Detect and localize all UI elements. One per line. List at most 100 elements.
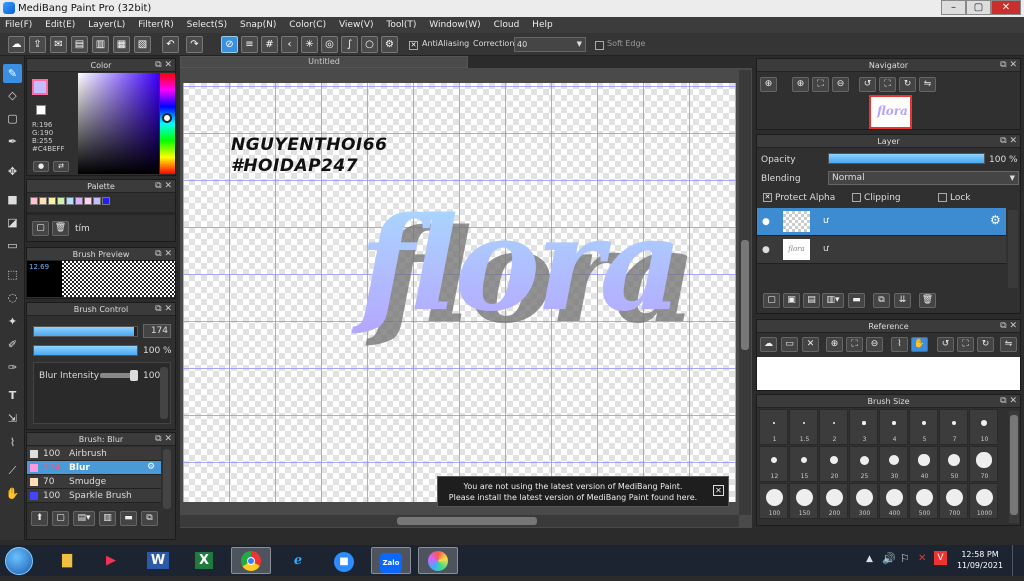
nav-reset-rotate-icon[interactable]: ⛶ xyxy=(879,77,896,92)
brush-size-cell[interactable]: 15 xyxy=(789,446,818,482)
media-player-icon[interactable]: ▶ xyxy=(91,547,131,574)
brush-copy-icon[interactable]: ▥ xyxy=(99,511,116,526)
ref-hand-icon[interactable]: ✋ xyxy=(911,337,928,352)
brush-size-cell[interactable]: 1.5 xyxy=(789,409,818,445)
brush-folder-icon[interactable]: ▬ xyxy=(120,511,137,526)
update-notification[interactable]: You are not using the latest version of … xyxy=(437,476,729,507)
layer-add-menu-icon[interactable]: ▥▾ xyxy=(822,293,844,308)
maximize-button[interactable]: ▢ xyxy=(966,0,991,15)
protect-alpha-checkbox[interactable]: ✕ xyxy=(763,193,772,202)
palette-swatch[interactable] xyxy=(30,197,38,205)
move-tool-icon[interactable]: ✥ xyxy=(3,162,22,181)
blending-select[interactable]: Normal ▼ xyxy=(828,171,1019,185)
layer-new-icon[interactable]: ▢ xyxy=(763,293,780,308)
eyedropper-tool-icon[interactable]: ⌇ xyxy=(3,433,22,452)
brush-size-cell[interactable]: 3 xyxy=(849,409,878,445)
brush-size-cell[interactable]: 100 xyxy=(759,483,788,519)
brush-size-cell[interactable]: 70 xyxy=(969,446,998,482)
share-icon[interactable]: ⇪ xyxy=(29,36,46,53)
ref-open-icon[interactable]: ▭ xyxy=(781,337,798,352)
redo-icon[interactable]: ↷ xyxy=(186,36,203,53)
vertical-scroll-thumb[interactable] xyxy=(741,240,749,350)
palette-swatch[interactable] xyxy=(75,197,83,205)
color-mode-button[interactable]: ● xyxy=(33,161,49,172)
layer-merge-icon[interactable]: ⇊ xyxy=(894,293,911,308)
materials-icon[interactable]: ▦ xyxy=(113,36,130,53)
menu-help[interactable]: Help xyxy=(527,17,558,33)
cloud-icon[interactable]: ☁ xyxy=(8,36,25,53)
document-icon[interactable]: ▥ xyxy=(92,36,109,53)
notification-close-icon[interactable]: ✕ xyxy=(713,485,724,496)
ref-flip-icon[interactable]: ⇋ xyxy=(1000,337,1017,352)
radial-snap-icon[interactable]: ✳ xyxy=(301,36,318,53)
menu-file[interactable]: File(F) xyxy=(0,17,37,33)
bucket-tool-icon[interactable]: ◪ xyxy=(3,213,22,232)
drawing-canvas[interactable]: NGUYENTHOI66 #HOIDAP247 flora flora xyxy=(183,83,736,502)
ellipse-snap-icon[interactable]: ○ xyxy=(361,36,378,53)
ref-zoom-out-icon[interactable]: ⊖ xyxy=(866,337,883,352)
brush-size-scroll-thumb[interactable] xyxy=(1010,415,1018,515)
brush-size-cell[interactable]: 10 xyxy=(969,409,998,445)
layer-new-8bit-icon[interactable]: ▤ xyxy=(803,293,820,308)
brush-item-blur[interactable]: 174 Blur ⚙ xyxy=(27,461,161,475)
brush-item-smudge[interactable]: 70 Smudge xyxy=(27,475,161,489)
snap-settings-icon[interactable]: ⚙ xyxy=(381,36,398,53)
chrome-icon[interactable] xyxy=(231,547,271,574)
brush-size-cell[interactable]: 200 xyxy=(819,483,848,519)
tray-arrow-icon[interactable]: ▲ xyxy=(866,554,873,564)
menu-select[interactable]: Select(S) xyxy=(182,17,233,33)
zoom-icon[interactable]: ■ xyxy=(324,547,364,574)
notification-flag-icon[interactable]: ✕ xyxy=(918,553,926,564)
ref-eyedropper-icon[interactable]: ⌇ xyxy=(891,337,908,352)
ref-fit-icon[interactable]: ⛶ xyxy=(846,337,863,352)
layer-duplicate-icon[interactable]: ⧉ xyxy=(873,293,890,308)
menu-layer[interactable]: Layer(L) xyxy=(83,17,130,33)
color-swap-button[interactable]: ⇄ xyxy=(53,161,69,172)
menu-view[interactable]: View(V) xyxy=(334,17,379,33)
menu-color[interactable]: Color(C) xyxy=(284,17,331,33)
text-tool-icon[interactable]: T xyxy=(3,386,22,405)
layer-scrollbar[interactable] xyxy=(1008,210,1018,288)
layer-delete-icon[interactable]: 🗑 xyxy=(919,293,936,308)
start-button-icon[interactable] xyxy=(5,547,33,575)
brush-size-cell[interactable]: 50 xyxy=(939,446,968,482)
select-eraser-icon[interactable]: ✑ xyxy=(3,358,22,377)
excel-icon[interactable]: X xyxy=(184,547,224,574)
select-rect-icon[interactable]: ⬚ xyxy=(3,265,22,284)
brush-size-cell[interactable]: 12 xyxy=(759,446,788,482)
menu-snap[interactable]: Snap(N) xyxy=(235,17,281,33)
visibility-icon[interactable]: ● xyxy=(762,217,770,227)
vertical-scrollbar[interactable] xyxy=(739,70,751,515)
brush-size-cell[interactable]: 30 xyxy=(879,446,908,482)
layers-icon[interactable]: ▧ xyxy=(134,36,151,53)
horizontal-scroll-thumb[interactable] xyxy=(397,517,537,525)
brush-tool-icon[interactable]: ✎ xyxy=(3,64,22,83)
nav-fit-icon[interactable]: ⛶ xyxy=(812,77,829,92)
vietkey-icon[interactable]: V xyxy=(934,551,947,565)
comment-icon[interactable]: ✉ xyxy=(50,36,67,53)
brush-params-scrollbar[interactable] xyxy=(160,367,168,419)
nav-rotate-left-icon[interactable]: ↺ xyxy=(859,77,876,92)
hand-tool-icon[interactable]: ✋ xyxy=(3,484,22,503)
brush-menu-icon[interactable]: ▤▾ xyxy=(73,511,95,526)
brush-size-cell[interactable]: 2 xyxy=(819,409,848,445)
primary-color-swatch[interactable] xyxy=(32,79,48,95)
zalo-icon[interactable]: Zalo xyxy=(371,547,411,574)
brush-opacity-slider[interactable] xyxy=(33,345,138,356)
brush-size-cell[interactable]: 150 xyxy=(789,483,818,519)
lock-checkbox[interactable] xyxy=(938,193,947,202)
cross-snap-icon[interactable]: # xyxy=(261,36,278,53)
eraser-tool-icon[interactable]: ◇ xyxy=(3,86,22,105)
layer-settings-gear-icon[interactable]: ⚙ xyxy=(990,213,1001,227)
select-pen-icon[interactable]: ✐ xyxy=(3,335,22,354)
nav-flip-icon[interactable]: ⇋ xyxy=(919,77,936,92)
dot-tool-icon[interactable]: ▢ xyxy=(3,109,22,128)
brush-size-cell[interactable]: 40 xyxy=(909,446,938,482)
brush-size-scrollbar[interactable] xyxy=(1009,411,1019,523)
word-icon[interactable]: W xyxy=(138,547,178,574)
layer-row[interactable]: ● ư ⚙ xyxy=(757,208,1006,236)
ie-icon[interactable]: ℯ xyxy=(278,547,318,574)
nav-zoom-in-icon[interactable]: ⊕ xyxy=(760,77,777,92)
palette-name[interactable]: tím xyxy=(75,224,90,234)
softedge-checkbox[interactable] xyxy=(595,41,604,50)
